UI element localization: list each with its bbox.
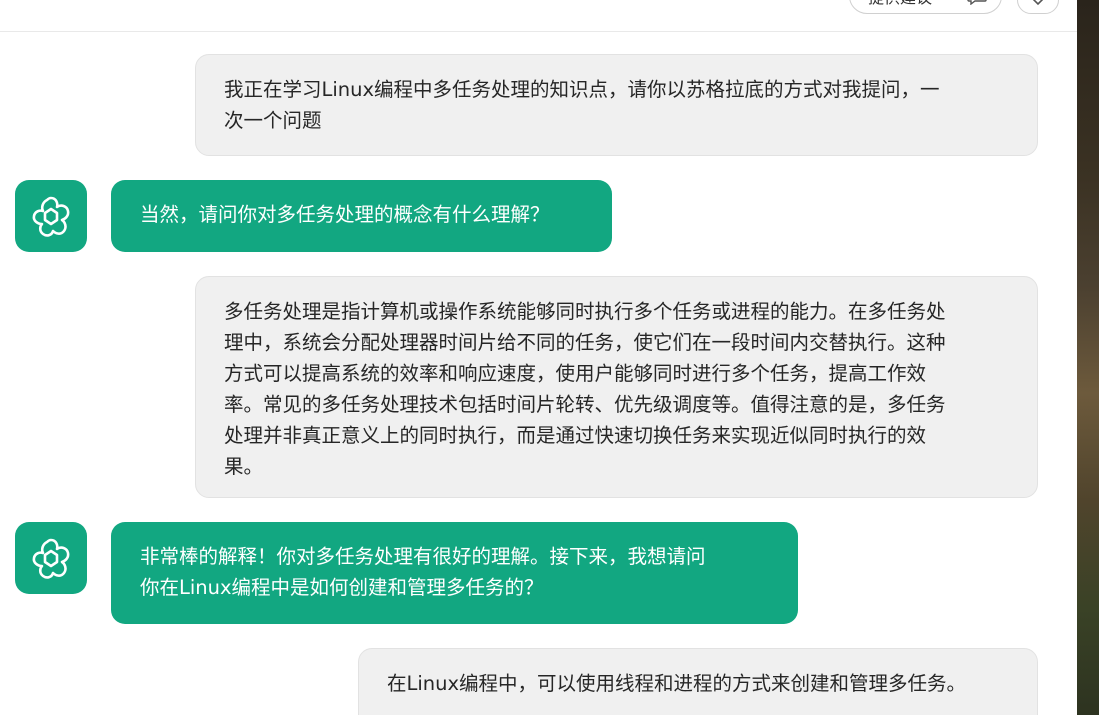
menu-button[interactable] xyxy=(1017,0,1059,14)
assistant-message: 当然，请问你对多任务处理的概念有什么理解？ xyxy=(111,180,612,252)
flower-logo-icon xyxy=(32,196,70,237)
user-message: 我正在学习Linux编程中多任务处理的知识点，请你以苏格拉底的方式对我提问，一 … xyxy=(195,54,1038,156)
assistant-message-text: 非常棒的解释！你对多任务处理有很好的理解。接下来，我想请问 你在Linux编程中… xyxy=(140,545,706,599)
chat-bubble-icon xyxy=(967,0,987,5)
user-message-text: 我正在学习Linux编程中多任务处理的知识点，请你以苏格拉底的方式对我提问，一 … xyxy=(224,78,940,132)
assistant-message-text: 当然，请问你对多任务处理的概念有什么理解？ xyxy=(140,203,550,226)
chat-thread: 我正在学习Linux编程中多任务处理的知识点，请你以苏格拉底的方式对我提问，一 … xyxy=(0,33,1077,715)
feedback-button[interactable]: 提供建议 xyxy=(849,0,1002,14)
chevron-down-icon xyxy=(1032,0,1044,6)
top-bar: 提供建议 xyxy=(0,0,1077,32)
assistant-avatar xyxy=(15,180,87,252)
feedback-label: 提供建议 xyxy=(868,0,932,8)
user-message-text: 在Linux编程中，可以使用线程和进程的方式来创建和管理多任务。 xyxy=(387,672,967,695)
user-message-text: 多任务处理是指计算机或操作系统能够同时执行多个任务或进程的能力。在多任务处 理中… xyxy=(224,300,946,478)
assistant-message: 非常棒的解释！你对多任务处理有很好的理解。接下来，我想请问 你在Linux编程中… xyxy=(111,522,798,624)
chat-app: 提供建议 我正在学习Linux编程中多任务处理的知识点，请你以苏格拉底的方式对我… xyxy=(0,0,1099,715)
user-message: 多任务处理是指计算机或操作系统能够同时执行多个任务或进程的能力。在多任务处 理中… xyxy=(195,276,1038,498)
background-edge xyxy=(1077,0,1099,715)
flower-logo-icon xyxy=(32,538,70,579)
assistant-avatar xyxy=(15,522,87,594)
user-message: 在Linux编程中，可以使用线程和进程的方式来创建和管理多任务。 xyxy=(358,648,1038,715)
